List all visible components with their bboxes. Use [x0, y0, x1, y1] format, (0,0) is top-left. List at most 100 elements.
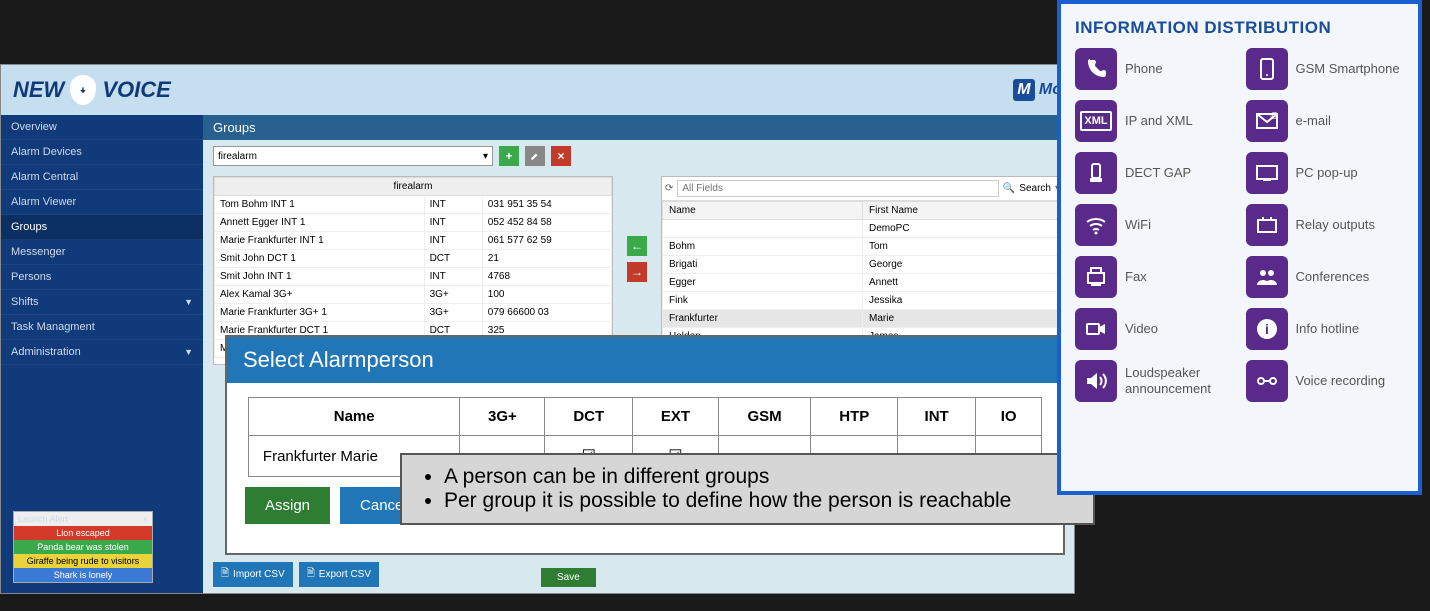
info-item-video: Video — [1075, 308, 1234, 350]
modal-col: DCT — [545, 398, 633, 436]
import-csv-button[interactable]: 🗎 Import CSV — [213, 562, 293, 587]
shield-icon — [70, 75, 96, 105]
delete-group-button[interactable]: × — [551, 146, 571, 166]
info-item-phone: Phone — [1075, 48, 1234, 90]
table-row[interactable]: EggerAnnett — [663, 274, 1063, 292]
email-icon: @ — [1246, 100, 1288, 142]
table-row[interactable]: Tom Bohm INT 1INT031 951 35 54 — [215, 196, 612, 214]
info-label: Info hotline — [1296, 321, 1360, 337]
sidebar-item-messenger[interactable]: Messenger — [1, 240, 203, 265]
assign-button[interactable]: Assign — [245, 487, 330, 524]
chevron-down-icon: ▼ — [184, 347, 193, 357]
info-label: e-mail — [1296, 113, 1331, 129]
loudspeaker-icon — [1075, 360, 1117, 402]
info-label: Phone — [1125, 61, 1163, 77]
chevron-down-icon: ▼ — [184, 297, 193, 307]
wifi-icon — [1075, 204, 1117, 246]
dect-icon — [1075, 152, 1117, 194]
table-row[interactable]: BohmTom — [663, 238, 1063, 256]
info-item-loudspeaker: Loudspeaker announcement — [1075, 360, 1234, 402]
add-group-button[interactable]: + — [499, 146, 519, 166]
info-item-infohotline: i Info hotline — [1246, 308, 1405, 350]
page-title: Groups — [203, 115, 1074, 140]
sidebar-item-persons[interactable]: Persons — [1, 265, 203, 290]
launch-alert-title: Launch Alert — [18, 514, 68, 524]
move-left-button[interactable]: ← — [627, 236, 647, 256]
refresh-icon[interactable]: ⟳ — [665, 183, 673, 194]
search-input[interactable] — [677, 180, 998, 197]
info-distribution-panel: INFORMATION DISTRIBUTION PhoneGSM Smartp… — [1057, 0, 1422, 495]
info-item-gsm: GSM Smartphone — [1246, 48, 1405, 90]
info-label: PC pop-up — [1296, 165, 1358, 181]
launch-alert-row[interactable]: Lion escaped — [14, 526, 152, 540]
col-name[interactable]: Name — [663, 202, 863, 220]
conf-icon — [1246, 256, 1288, 298]
sidebar-item-alarm-central[interactable]: Alarm Central — [1, 165, 203, 190]
footer-buttons: 🗎 Import CSV 🗎 Export CSV — [213, 562, 379, 587]
logo-text-new: NEW — [13, 77, 64, 103]
xml-icon: XML — [1080, 111, 1111, 131]
table-row[interactable]: Smit John INT 1INT4768 — [215, 268, 612, 286]
table-row[interactable]: Annett Egger INT 1INT052 452 84 58 — [215, 214, 612, 232]
search-button[interactable]: Search — [1019, 183, 1051, 194]
modal-col: GSM — [718, 398, 811, 436]
table-row[interactable]: DemoPC — [663, 220, 1063, 238]
search-glass-icon[interactable]: 🔍 — [1003, 183, 1015, 194]
modal-col: 3G+ — [460, 398, 545, 436]
launch-alert-row[interactable]: Giraffe being rude to visitors — [14, 554, 152, 568]
info-label: GSM Smartphone — [1296, 61, 1400, 77]
table-row[interactable]: BrigatiGeorge — [663, 256, 1063, 274]
close-icon[interactable]: × — [143, 514, 148, 524]
infohotline-icon: i — [1246, 308, 1288, 350]
move-right-button[interactable]: → — [627, 262, 647, 282]
info-item-conf: Conferences — [1246, 256, 1405, 298]
info-label: WiFi — [1125, 217, 1151, 233]
sidebar-item-alarm-viewer[interactable]: Alarm Viewer — [1, 190, 203, 215]
table-row[interactable]: Alex Kamal 3G+3G+100 — [215, 286, 612, 304]
table-row[interactable]: Marie Frankfurter INT 1INT061 577 62 59 — [215, 232, 612, 250]
info-label: DECT GAP — [1125, 165, 1191, 181]
info-item-email: @ e-mail — [1246, 100, 1405, 142]
info-item-popup: PC pop-up — [1246, 152, 1405, 194]
logo: NEW VOICE — [13, 75, 171, 105]
file-icon: 🗎 — [307, 566, 315, 583]
modal-col: Name — [248, 398, 460, 436]
group-toolbar: firealarm ▾ + × — [203, 140, 1074, 172]
brand-m-icon: M — [1013, 79, 1035, 101]
table-row[interactable]: FrankfurterMarie — [663, 310, 1063, 328]
sidebar-item-shifts[interactable]: Shifts▼ — [1, 290, 203, 315]
sidebar-item-alarm-devices[interactable]: Alarm Devices — [1, 140, 203, 165]
sidebar-item-administration[interactable]: Administration▼ — [1, 340, 203, 365]
table-row[interactable]: Marie Frankfurter 3G+ 13G+079 66600 03 — [215, 304, 612, 322]
edit-group-button[interactable] — [525, 146, 545, 166]
save-button[interactable]: Save — [541, 568, 596, 587]
info-label: Relay outputs — [1296, 217, 1376, 233]
export-csv-button[interactable]: 🗎 Export CSV — [299, 562, 379, 587]
info-label: IP and XML — [1125, 113, 1193, 129]
group-select[interactable]: firealarm ▾ — [213, 146, 493, 166]
table-row[interactable]: Smit John DCT 1DCT21 — [215, 250, 612, 268]
sidebar-item-groups[interactable]: Groups — [1, 215, 203, 240]
dialog-title: Select Alarmperson — [227, 337, 1063, 383]
video-icon — [1075, 308, 1117, 350]
modal-col: EXT — [633, 398, 718, 436]
phone-icon — [1075, 48, 1117, 90]
brand-right: M Mo — [1013, 79, 1062, 101]
launch-alert-row[interactable]: Shark is lonely — [14, 568, 152, 582]
launch-alert-row[interactable]: Panda bear was stolen — [14, 540, 152, 554]
table-row[interactable]: FinkJessika — [663, 292, 1063, 310]
info-label: Video — [1125, 321, 1158, 337]
info-item-wifi: WiFi — [1075, 204, 1234, 246]
col-firstname[interactable]: First Name — [863, 202, 1063, 220]
voicerec-icon — [1246, 360, 1288, 402]
chevron-down-icon: ▾ — [483, 151, 488, 162]
file-icon: 🗎 — [221, 566, 229, 583]
info-label: Conferences — [1296, 269, 1370, 285]
sidebar-item-overview[interactable]: Overview — [1, 115, 203, 140]
gsm-icon — [1246, 48, 1288, 90]
info-item-dect: DECT GAP — [1075, 152, 1234, 194]
sidebar-item-task-managment[interactable]: Task Managment — [1, 315, 203, 340]
info-item-fax: Fax — [1075, 256, 1234, 298]
info-item-voicerec: Voice recording — [1246, 360, 1405, 402]
sidebar: OverviewAlarm DevicesAlarm CentralAlarm … — [1, 115, 203, 593]
